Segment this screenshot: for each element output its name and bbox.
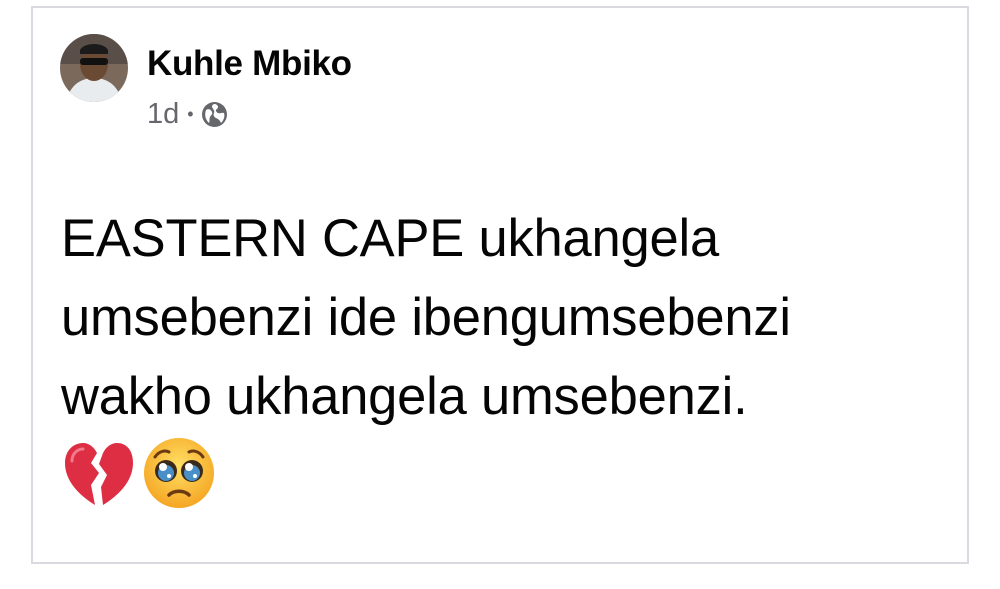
globe-icon[interactable] [201, 101, 228, 128]
author-name[interactable]: Kuhle Mbiko [147, 44, 352, 84]
meta-separator: • [187, 104, 194, 124]
post-meta: 1d • [147, 98, 228, 130]
pleading-face-icon [141, 435, 217, 516]
avatar[interactable] [60, 34, 128, 102]
post-timestamp[interactable]: 1d [147, 98, 179, 131]
post-card: Kuhle Mbiko 1d • EASTERN CAPE ukhangela … [31, 6, 969, 564]
post-header: Kuhle Mbiko 1d • [60, 34, 660, 130]
broken-heart-icon [61, 437, 137, 514]
emoji-row [61, 435, 221, 515]
post-text: EASTERN CAPE ukhangela umsebenzi ide ibe… [61, 209, 791, 426]
